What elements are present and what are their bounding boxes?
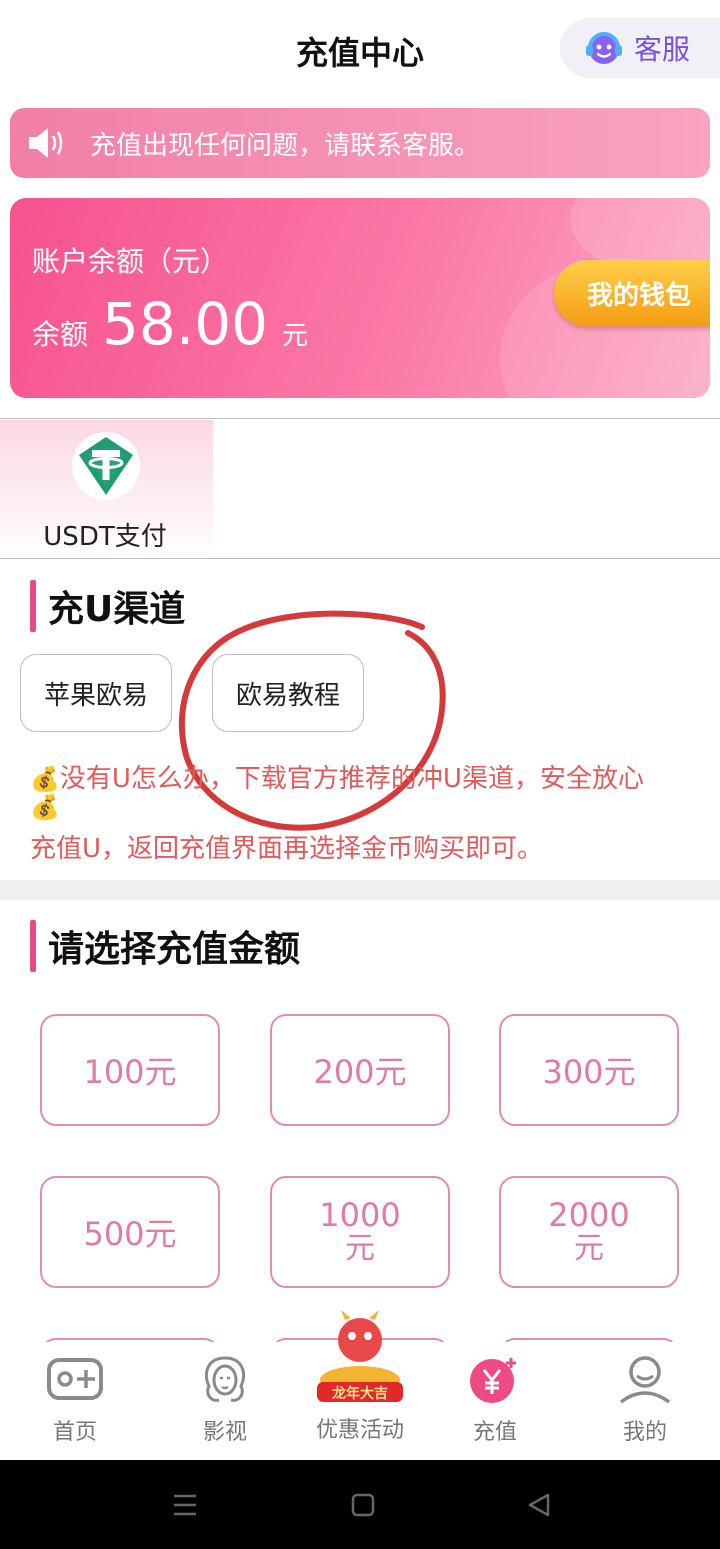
promo-badge-text: 龙年大吉: [331, 1385, 388, 1402]
amount-unit: 元: [144, 1215, 177, 1253]
amount-value: 200: [313, 1053, 375, 1091]
amount-option-200[interactable]: 200元: [270, 1014, 450, 1126]
amount-option-500[interactable]: 500元: [40, 1176, 220, 1288]
channel-tip-line2: 充值U，返回充值界面再选择金币购买即可。: [30, 834, 544, 864]
tab-label: 影视: [202, 1420, 247, 1445]
woman-face-icon: [204, 1356, 246, 1402]
amount-option-300[interactable]: 300元: [499, 1014, 679, 1126]
dragon-promo-icon: 龙年大吉: [317, 1310, 403, 1402]
money-bag-icon: 💰: [30, 793, 60, 821]
speaker-icon: [29, 128, 63, 158]
home-square-icon[interactable]: [351, 1493, 375, 1517]
channel-tip-icon-row: 💰: [30, 792, 710, 822]
amount-value: 500: [83, 1215, 145, 1253]
headset-smiley-icon: [586, 32, 622, 64]
amount-option-1000[interactable]: 1000 元: [270, 1176, 450, 1288]
menu-icon[interactable]: [172, 1492, 198, 1518]
section-accent-bar: [30, 580, 36, 632]
header: 充值中心 客服: [0, 0, 720, 100]
amount-value: 1000: [319, 1196, 401, 1235]
notice-text: 充值出现任何问题，请联系客服。: [90, 130, 481, 161]
tab-profile[interactable]: 我的: [585, 1354, 705, 1460]
section-title-amount: 请选择充值金额: [30, 920, 300, 972]
balance-label: 账户余额（元）: [32, 245, 229, 278]
section-accent-bar: [30, 920, 36, 972]
balance-row: 余额 58.00 元: [32, 290, 308, 358]
notice-banner: 充值出现任何问题，请联系客服。: [10, 108, 710, 178]
divider: [0, 558, 720, 559]
amount-unit: 元: [603, 1053, 636, 1091]
amount-value: 2000: [548, 1196, 630, 1235]
payment-method-usdt[interactable]: USDT支付: [0, 420, 213, 558]
tab-label: 首页: [52, 1420, 97, 1445]
payment-method-label: USDT支付: [43, 522, 167, 552]
amount-option-100[interactable]: 100元: [40, 1014, 220, 1126]
channel-tip-text: 没有U怎么办，下载官方推荐的冲U渠道，安全放心: [59, 764, 644, 794]
section-title-text: 请选择充值金额: [48, 929, 301, 970]
tab-label: 充值: [472, 1420, 517, 1445]
my-wallet-label: 我的钱包: [586, 280, 691, 311]
section-gap: [0, 880, 720, 900]
amount-option-2000[interactable]: 2000 元: [499, 1176, 679, 1288]
tab-recharge[interactable]: 充值: [435, 1354, 555, 1460]
yen-coin-icon: [470, 1358, 516, 1403]
balance-unit: 元: [282, 321, 309, 351]
channel-button-label: 苹果欧易: [43, 680, 148, 711]
system-navigation-bar: [0, 1460, 720, 1549]
customer-service-button[interactable]: 客服: [560, 18, 720, 78]
tab-home[interactable]: 首页: [15, 1354, 135, 1460]
amount-value: 300: [542, 1053, 604, 1091]
tab-videos[interactable]: 影视: [165, 1354, 285, 1460]
amount-unit: 元: [574, 1231, 604, 1267]
divider: [0, 418, 720, 419]
channel-tip-line1: 💰没有U怎么办，下载官方推荐的冲U渠道，安全放心: [30, 758, 710, 795]
money-bag-icon: 💰: [30, 765, 60, 793]
tab-promotions[interactable]: 龙年大吉 优惠活动: [300, 1302, 420, 1460]
channel-button-apple-okx[interactable]: 苹果欧易: [20, 654, 172, 732]
bottom-tab-bar: 首页 影视 龙年大吉 优惠活动 充值 我的: [0, 1310, 720, 1460]
user-icon: [619, 1356, 671, 1404]
customer-service-label: 客服: [634, 33, 691, 66]
tab-label: 我的: [622, 1420, 667, 1445]
amount-unit: 元: [144, 1053, 177, 1091]
amount-unit: 元: [345, 1231, 375, 1267]
back-triangle-icon[interactable]: [526, 1492, 552, 1518]
amount-unit: 元: [374, 1053, 407, 1091]
tether-usdt-icon: [72, 432, 140, 500]
my-wallet-button[interactable]: 我的钱包: [554, 260, 710, 326]
balance-prefix: 余额: [32, 318, 89, 351]
tab-label: 优惠活动: [315, 1418, 404, 1443]
balance-amount: 58.00: [102, 290, 269, 358]
balance-card: 账户余额（元） 余额 58.00 元 我的钱包: [10, 198, 710, 398]
amount-value: 100: [83, 1053, 145, 1091]
gamepad-icon: [47, 1358, 103, 1400]
